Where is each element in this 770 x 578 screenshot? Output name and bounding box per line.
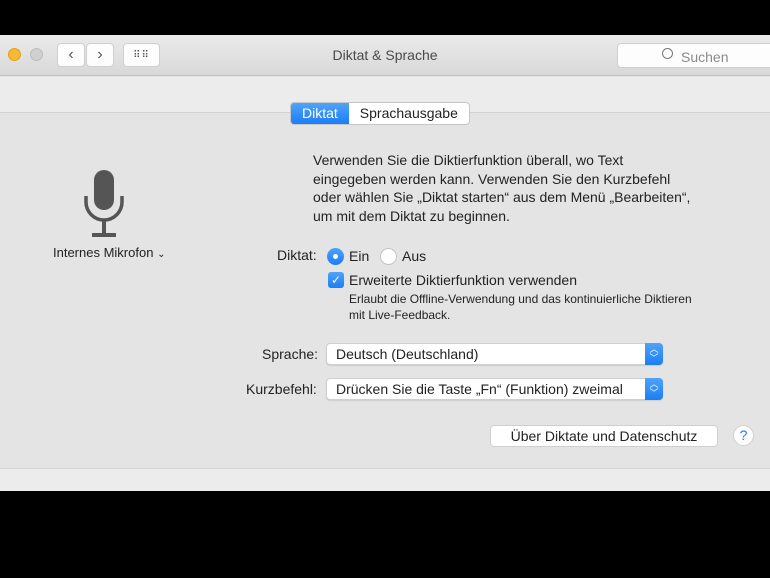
enhanced-note: Erlaubt die Offline-Verwendung und das k… bbox=[349, 291, 692, 323]
language-value: Deutsch (Deutschland) bbox=[336, 346, 479, 362]
language-select[interactable]: Deutsch (Deutschland) ︿ ﹀ bbox=[326, 343, 663, 365]
checkmark-icon: ✓ bbox=[330, 273, 342, 287]
description-line: Verwenden Sie die Diktierfunktion überal… bbox=[313, 152, 624, 168]
search-input[interactable]: Suchen bbox=[617, 43, 770, 68]
dictation-label: Diktat: bbox=[277, 247, 317, 263]
updown-chevron-icon: ︿ ﹀ bbox=[645, 343, 663, 365]
search-placeholder: Suchen bbox=[681, 49, 729, 65]
microphone-label: Internes Mikrofon bbox=[53, 245, 154, 260]
radio-aus[interactable] bbox=[380, 248, 397, 265]
shortcut-value: Drücken Sie die Taste „Fn“ (Funktion) zw… bbox=[336, 381, 623, 397]
note-line: mit Live-Feedback. bbox=[349, 308, 451, 322]
radio-ein-label[interactable]: Ein bbox=[349, 247, 369, 266]
enhanced-checkbox[interactable]: ✓ bbox=[328, 272, 344, 288]
help-button[interactable]: ? bbox=[733, 425, 754, 446]
radio-ein[interactable] bbox=[327, 248, 344, 265]
updown-chevron-icon: ︿ ﹀ bbox=[645, 378, 663, 400]
description-line: oder wählen Sie „Diktat starten“ aus dem… bbox=[313, 189, 691, 205]
microphone-icon bbox=[84, 170, 124, 237]
tab-bar: Diktat Sprachausgabe bbox=[290, 102, 470, 125]
shortcut-label: Kurzbefehl: bbox=[246, 381, 317, 397]
chevron-down-icon: ⌄ bbox=[157, 249, 166, 260]
privacy-button[interactable]: Über Diktate und Datenschutz bbox=[490, 425, 718, 447]
note-line: Erlaubt die Offline-Verwendung und das k… bbox=[349, 292, 692, 306]
language-label: Sprache: bbox=[262, 346, 319, 362]
description-line: um mit dem Diktat zu beginnen. bbox=[313, 207, 510, 224]
search-icon bbox=[662, 48, 673, 59]
enhanced-label[interactable]: Erweiterte Diktierfunktion verwenden bbox=[349, 271, 577, 290]
tab-sprachausgabe[interactable]: Sprachausgabe bbox=[349, 103, 469, 124]
preferences-window: ‹ › ⠿⠿ Diktat & Sprache Suchen Diktat Sp… bbox=[0, 35, 770, 491]
title-bar: ‹ › ⠿⠿ Diktat & Sprache Suchen bbox=[0, 35, 770, 76]
tab-diktat[interactable]: Diktat bbox=[291, 103, 349, 124]
radio-aus-label[interactable]: Aus bbox=[402, 247, 426, 266]
microphone-select[interactable]: Internes Mikrofon ⌄ bbox=[53, 244, 165, 265]
description-line: eingegeben werden kann. Verwenden Sie de… bbox=[313, 170, 671, 187]
shortcut-select[interactable]: Drücken Sie die Taste „Fn“ (Funktion) zw… bbox=[326, 378, 663, 400]
description: Verwenden Sie die Diktierfunktion überal… bbox=[313, 151, 690, 225]
bottom-bar bbox=[0, 468, 770, 491]
